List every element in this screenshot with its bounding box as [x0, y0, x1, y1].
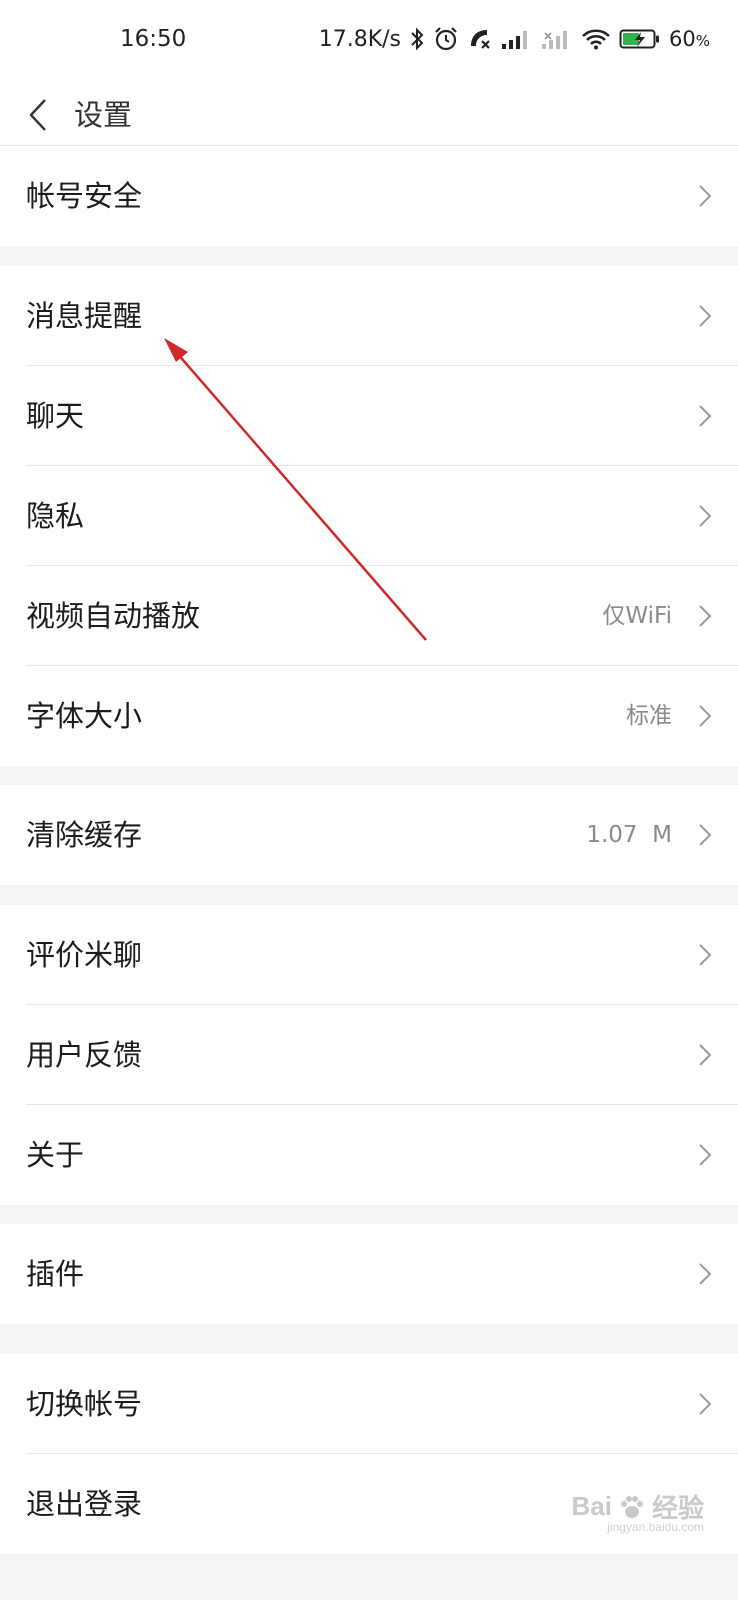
- battery-percent: 60%: [669, 27, 710, 51]
- chevron-right-icon: [699, 305, 712, 327]
- settings-item-label: 切换帐号: [26, 1387, 143, 1421]
- settings-group-cache: 清除缓存 1.07 M: [0, 785, 738, 885]
- settings-item-label: 聊天: [26, 399, 85, 433]
- settings-item-font-size[interactable]: 字体大小 标准: [0, 666, 738, 766]
- battery-percent-unit: %: [695, 32, 710, 50]
- back-button[interactable]: [18, 84, 58, 146]
- chevron-right-icon: [699, 505, 712, 527]
- settings-item-video-autoplay[interactable]: 视频自动播放 仅WiFi: [0, 566, 738, 666]
- settings-item-label: 插件: [26, 1257, 85, 1291]
- settings-item-label: 视频自动播放: [26, 599, 201, 633]
- signal-icon: [501, 28, 533, 50]
- settings-item-account-security[interactable]: 帐号安全: [0, 146, 738, 246]
- settings-item-label: 清除缓存: [26, 818, 143, 852]
- chevron-right-icon: [699, 1263, 712, 1285]
- settings-item-label: 帐号安全: [26, 179, 143, 213]
- settings-item-label: 用户反馈: [26, 1038, 143, 1072]
- settings-item-feedback[interactable]: 用户反馈: [0, 1005, 738, 1105]
- settings-item-plugins[interactable]: 插件: [0, 1224, 738, 1324]
- chevron-right-icon: [699, 185, 712, 207]
- settings-item-label: 字体大小: [26, 699, 143, 733]
- settings-item-label: 退出登录: [26, 1487, 143, 1521]
- status-time: 16:50: [120, 26, 187, 52]
- settings-group-about: 评价米聊 用户反馈 关于: [0, 905, 738, 1205]
- settings-item-label: 隐私: [26, 499, 85, 533]
- battery-percent-value: 60: [669, 27, 696, 51]
- settings-group-account: 帐号安全: [0, 146, 738, 246]
- signal-off-icon: [541, 28, 573, 50]
- chevron-right-icon: [699, 1393, 712, 1415]
- paw-icon: [620, 1495, 643, 1518]
- settings-group-plugins: 插件: [0, 1224, 738, 1324]
- settings-item-about[interactable]: 关于: [0, 1105, 738, 1205]
- settings-item-label: 评价米聊: [26, 938, 143, 972]
- settings-item-switch-account[interactable]: 切换帐号: [0, 1354, 738, 1454]
- battery-charging-icon: [619, 28, 661, 50]
- alarm-icon: [433, 26, 459, 52]
- chevron-right-icon: [699, 605, 712, 627]
- title-bar: 设置: [0, 84, 738, 146]
- network-speed: 17.8K/s: [318, 26, 401, 52]
- watermark-brand: Bai: [571, 1491, 612, 1521]
- watermark-url: jingyan.baidu.com: [607, 1520, 704, 1534]
- settings-item-label: 消息提醒: [26, 299, 143, 333]
- settings-item-rate-app[interactable]: 评价米聊: [0, 905, 738, 1005]
- status-bar: 16:50 17.8K/s 60%: [0, 0, 738, 84]
- settings-item-chat[interactable]: 聊天: [0, 366, 738, 466]
- chevron-right-icon: [699, 405, 712, 427]
- wifi-icon: [581, 28, 611, 50]
- baidu-watermark: Bai 经验 jingyan.baidu.com: [571, 1488, 704, 1534]
- settings-item-clear-cache[interactable]: 清除缓存 1.07 M: [0, 785, 738, 885]
- settings-item-notifications[interactable]: 消息提醒: [0, 266, 738, 366]
- settings-group-general: 消息提醒 聊天 隐私 视频自动播放 仅WiFi 字体大小 标准: [0, 266, 738, 766]
- missed-call-icon: [467, 26, 493, 52]
- settings-item-value: 标准: [626, 703, 672, 729]
- settings-item-value: 仅WiFi: [602, 603, 672, 629]
- settings-item-label: 关于: [26, 1138, 85, 1172]
- settings-item-privacy[interactable]: 隐私: [0, 466, 738, 566]
- chevron-right-icon: [699, 944, 712, 966]
- chevron-right-icon: [699, 1144, 712, 1166]
- status-icons: 17.8K/s 60%: [319, 26, 710, 52]
- chevron-right-icon: [699, 1044, 712, 1066]
- settings-item-value: 1.07 M: [586, 822, 672, 848]
- bluetooth-icon: [409, 27, 425, 51]
- chevron-right-icon: [699, 824, 712, 846]
- page-title: 设置: [74, 98, 133, 132]
- chevron-left-icon: [29, 99, 46, 131]
- chevron-right-icon: [699, 705, 712, 727]
